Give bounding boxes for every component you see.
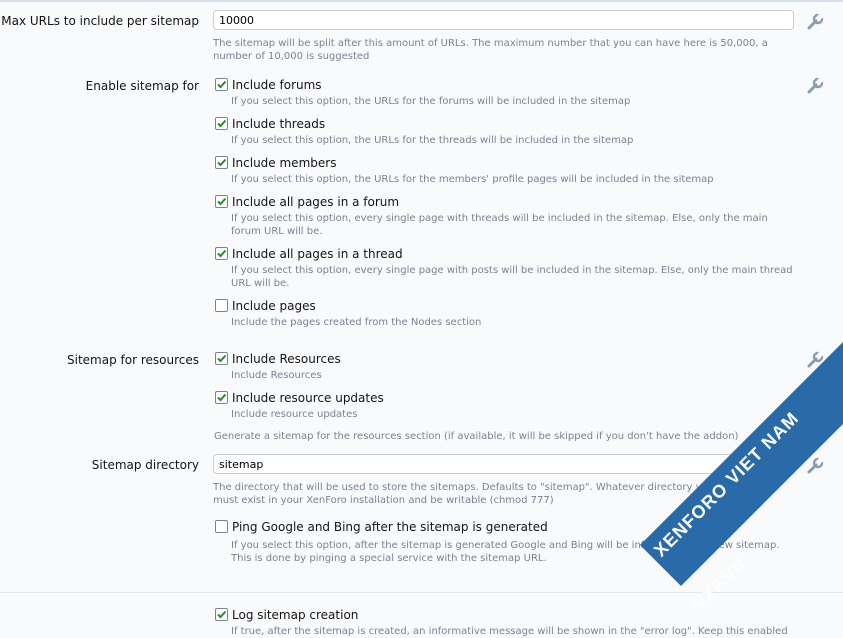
ping-hint-2: This is done by pinging a special servic…: [231, 553, 547, 564]
include-resources-hint: Include Resources: [231, 370, 322, 381]
include-all-pages-thread-label[interactable]: Include all pages in a thread: [232, 247, 403, 261]
include-members-checkbox[interactable]: [215, 156, 228, 169]
include-resource-updates-label[interactable]: Include resource updates: [232, 391, 384, 405]
include-threads-hint: If you select this option, the URLs for …: [231, 135, 634, 146]
checkmark-icon: [217, 393, 227, 402]
include-resource-updates-hint: Include resource updates: [231, 409, 358, 420]
include-all-pages-thread-hint-1: If you select this option, every single …: [231, 265, 793, 276]
top-border: [0, 0, 843, 2]
include-all-pages-forum-checkbox[interactable]: [215, 195, 228, 208]
max-urls-label: Max URLs to include per sitemap: [1, 14, 199, 28]
sitemap-directory-label: Sitemap directory: [91, 458, 199, 472]
include-pages-hint: Include the pages created from the Nodes…: [231, 317, 482, 328]
include-resources-checkbox[interactable]: [215, 352, 228, 365]
max-urls-input[interactable]: [213, 10, 794, 30]
wrench-icon[interactable]: [806, 351, 824, 369]
wrench-icon[interactable]: [806, 457, 824, 475]
include-forums-hint: If you select this option, the URLs for …: [231, 96, 631, 107]
include-resource-updates-checkbox[interactable]: [215, 391, 228, 404]
include-all-pages-forum-hint-2: forum URL will be.: [231, 226, 323, 237]
include-threads-label[interactable]: Include threads: [232, 117, 325, 131]
checkmark-icon: [217, 610, 227, 619]
checkmark-icon: [217, 197, 227, 206]
section-divider: [0, 592, 843, 593]
log-checkbox[interactable]: [215, 608, 228, 621]
include-forums-checkbox[interactable]: [215, 78, 228, 91]
include-forums-label[interactable]: Include forums: [232, 78, 322, 92]
ping-label[interactable]: Ping Google and Bing after the sitemap i…: [232, 520, 548, 534]
include-members-label[interactable]: Include members: [232, 156, 336, 170]
resources-label: Sitemap for resources: [67, 353, 199, 367]
checkmark-icon: [217, 119, 227, 128]
resources-hint: Generate a sitemap for the resources sec…: [214, 431, 739, 442]
include-all-pages-thread-hint-2: URL will be.: [231, 278, 290, 289]
wrench-icon[interactable]: [806, 13, 824, 31]
include-all-pages-forum-label[interactable]: Include all pages in a forum: [232, 195, 399, 209]
watermark-url: VXF.VN: [690, 553, 750, 614]
include-all-pages-thread-checkbox[interactable]: [215, 247, 228, 260]
ping-checkbox[interactable]: [215, 520, 228, 533]
include-resources-label[interactable]: Include Resources: [232, 352, 341, 366]
wrench-icon[interactable]: [806, 77, 824, 95]
include-members-hint: If you select this option, the URLs for …: [231, 174, 714, 185]
include-all-pages-forum-hint-1: If you select this option, every single …: [231, 213, 768, 224]
include-pages-label[interactable]: Include pages: [232, 299, 316, 313]
checkmark-icon: [217, 354, 227, 363]
include-threads-checkbox[interactable]: [215, 117, 228, 130]
sitemap-directory-hint-1: The directory that will be used to store…: [213, 482, 763, 493]
include-pages-checkbox[interactable]: [215, 299, 228, 312]
enable-sitemap-label: Enable sitemap for: [85, 79, 199, 93]
checkmark-icon: [217, 158, 227, 167]
max-urls-hint: The sitemap will be split after this amo…: [213, 38, 768, 62]
log-hint: If true, after the sitemap is created, a…: [231, 626, 788, 637]
log-label[interactable]: Log sitemap creation: [232, 608, 358, 622]
sitemap-directory-input[interactable]: [213, 454, 794, 474]
checkmark-icon: [217, 249, 227, 258]
checkmark-icon: [217, 80, 227, 89]
ping-hint-1: If you select this option, after the sit…: [231, 540, 780, 551]
sitemap-directory-hint-2: must exist in your XenForo installation …: [213, 495, 554, 506]
